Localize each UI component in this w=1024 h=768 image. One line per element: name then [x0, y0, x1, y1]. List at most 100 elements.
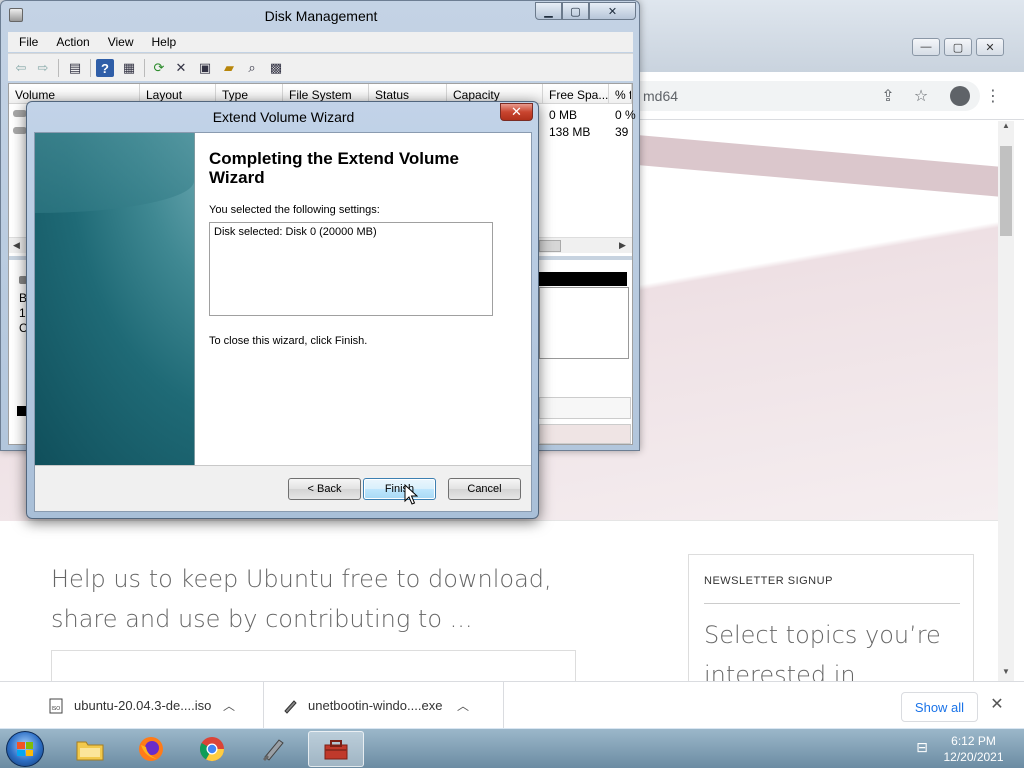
- chrome-window-controls: — ▢ ✕: [912, 38, 1004, 56]
- taskbar-explorer[interactable]: [62, 731, 118, 767]
- newsletter-label: NEWSLETTER SIGNUP: [704, 575, 833, 587]
- iso-file-icon: ISO: [48, 697, 64, 715]
- open-folder-icon[interactable]: ▰: [220, 59, 238, 77]
- toolbar-separator: [90, 59, 91, 77]
- scroll-left-arrow-icon[interactable]: ◀: [13, 240, 20, 251]
- back-arrow-icon[interactable]: ⇦: [12, 59, 30, 77]
- settings-summary-box[interactable]: Disk selected: Disk 0 (20000 MB): [209, 222, 493, 316]
- kebab-menu-icon[interactable]: ⋮: [982, 85, 1004, 107]
- chrome-icon: [199, 737, 224, 762]
- action-pane-icon[interactable]: ▦: [120, 59, 138, 77]
- donate-form-box: [51, 650, 576, 681]
- maximize-icon[interactable]: ▢: [562, 2, 589, 20]
- legend-area: [539, 397, 631, 419]
- refresh-icon[interactable]: ⟳: [150, 59, 168, 77]
- share-icon[interactable]: ⇪: [877, 85, 899, 107]
- volume-icon: [13, 127, 27, 134]
- toolbox-icon: [324, 740, 348, 760]
- wizard-main-panel: Completing the Extend Volume Wizard You …: [194, 133, 531, 465]
- bookmark-star-icon[interactable]: ☆: [910, 85, 932, 107]
- menu-bar: File Action View Help: [8, 32, 633, 52]
- scroll-up-arrow-icon[interactable]: ▲: [998, 121, 1014, 135]
- scroll-right-arrow-icon[interactable]: ▶: [619, 240, 626, 251]
- scrollbar-thumb[interactable]: [1000, 146, 1012, 236]
- settings-summary-text: Disk selected: Disk 0 (20000 MB): [214, 226, 377, 238]
- menu-action[interactable]: Action: [45, 35, 96, 49]
- partition-block[interactable]: [539, 287, 629, 359]
- show-hide-console-tree-icon[interactable]: ▤: [66, 59, 84, 77]
- svg-text:ISO: ISO: [52, 706, 61, 712]
- disk-management-titlebar[interactable]: Disk Management ▁ ▢ ✕: [1, 1, 639, 31]
- search-icon[interactable]: ⌕: [243, 59, 261, 77]
- clock-date: 12/20/2021: [943, 750, 1004, 764]
- chevron-up-icon[interactable]: ︿: [448, 697, 478, 714]
- volume-percent-free: 39: [615, 125, 629, 139]
- cancel-button[interactable]: Cancel: [448, 478, 521, 500]
- hero-divider: [28, 520, 998, 521]
- column-percent-free[interactable]: % f: [609, 84, 632, 104]
- download-filename: unetbootin-windo....exe: [308, 698, 443, 713]
- volume-free-space: 0 MB: [549, 108, 578, 122]
- mouse-cursor-icon: [404, 484, 418, 505]
- finish-button[interactable]: Finish: [363, 478, 436, 500]
- close-instructions: To close this wizard, click Finish.: [209, 335, 368, 347]
- extend-volume-wizard-dialog: Extend Volume Wizard ✕ Completing the Ex…: [26, 101, 539, 519]
- close-icon[interactable]: ✕: [500, 103, 533, 121]
- download-item[interactable]: ISO ubuntu-20.04.3-de....iso ︿: [0, 682, 264, 729]
- settings-label: You selected the following settings:: [209, 204, 380, 216]
- forward-arrow-icon[interactable]: ⇨: [34, 59, 52, 77]
- download-item[interactable]: unetbootin-windo....exe ︿: [264, 682, 504, 729]
- page-scrollbar[interactable]: ▲ ▼: [998, 121, 1014, 681]
- taskbar-firefox[interactable]: [123, 731, 179, 767]
- address-bar-url[interactable]: md64: [643, 88, 678, 104]
- footer-divider: [35, 465, 531, 466]
- taskbar-disk-management[interactable]: [308, 731, 364, 767]
- delete-icon[interactable]: ✕: [172, 59, 190, 77]
- taskbar-unetbootin[interactable]: [245, 731, 301, 767]
- menu-view[interactable]: View: [97, 35, 141, 49]
- volume-percent-free: 0 %: [615, 108, 636, 122]
- close-icon[interactable]: ✕: [986, 694, 1008, 716]
- downloads-bar: ISO ubuntu-20.04.3-de....iso ︿ unetbooti…: [0, 681, 1024, 729]
- exe-file-icon: [282, 697, 298, 715]
- column-free-space[interactable]: Free Spa...: [543, 84, 609, 104]
- close-icon[interactable]: ✕: [976, 38, 1004, 56]
- profile-avatar-icon[interactable]: [950, 86, 970, 106]
- download-filename: ubuntu-20.04.3-de....iso: [74, 698, 212, 713]
- chevron-up-icon[interactable]: ︿: [214, 697, 244, 714]
- maximize-icon[interactable]: ▢: [944, 38, 972, 56]
- clock[interactable]: 6:12 PM 12/20/2021: [936, 733, 1011, 765]
- window-controls: ▁ ▢ ✕: [535, 2, 636, 20]
- minimize-icon[interactable]: ▁: [535, 2, 562, 20]
- wizard-side-banner-arc: [35, 133, 194, 213]
- status-area: [539, 424, 631, 444]
- volume-free-space: 138 MB: [549, 125, 591, 139]
- toolbar: ⇦ ⇨ ▤ ? ▦ ⟳ ✕ ▣ ▰ ⌕ ▩: [8, 53, 633, 81]
- toolbar-separator: [58, 59, 59, 77]
- start-button[interactable]: [6, 731, 44, 767]
- properties-icon[interactable]: ▣: [196, 59, 214, 77]
- clock-time: 6:12 PM: [951, 734, 996, 748]
- wizard-side-banner: [35, 133, 194, 465]
- toolbar-separator: [144, 59, 145, 77]
- taskbar-chrome[interactable]: [184, 731, 240, 767]
- unetbootin-icon: [263, 739, 284, 761]
- disk-settings-icon[interactable]: ▩: [267, 59, 285, 77]
- network-icon[interactable]: ⊟: [913, 739, 931, 757]
- wizard-heading: Completing the Extend Volume Wizard: [209, 149, 459, 187]
- close-icon[interactable]: ✕: [589, 2, 636, 20]
- scroll-down-arrow-icon[interactable]: ▼: [998, 667, 1014, 681]
- menu-file[interactable]: File: [8, 35, 45, 49]
- wizard-client-area: Completing the Extend Volume Wizard You …: [34, 132, 532, 512]
- partition-header-bar: [539, 272, 627, 286]
- windows-logo-icon: [17, 742, 33, 756]
- help-icon[interactable]: ?: [96, 59, 114, 77]
- back-button[interactable]: < Back: [288, 478, 361, 500]
- menu-help[interactable]: Help: [141, 35, 184, 49]
- scrollbar-thumb[interactable]: [539, 240, 561, 252]
- newsletter-heading: Select topics you’re interested in: [704, 621, 941, 681]
- firefox-icon: [139, 737, 163, 761]
- minimize-icon[interactable]: —: [912, 38, 940, 56]
- show-all-button[interactable]: Show all: [901, 692, 978, 722]
- newsletter-divider: [704, 603, 960, 604]
